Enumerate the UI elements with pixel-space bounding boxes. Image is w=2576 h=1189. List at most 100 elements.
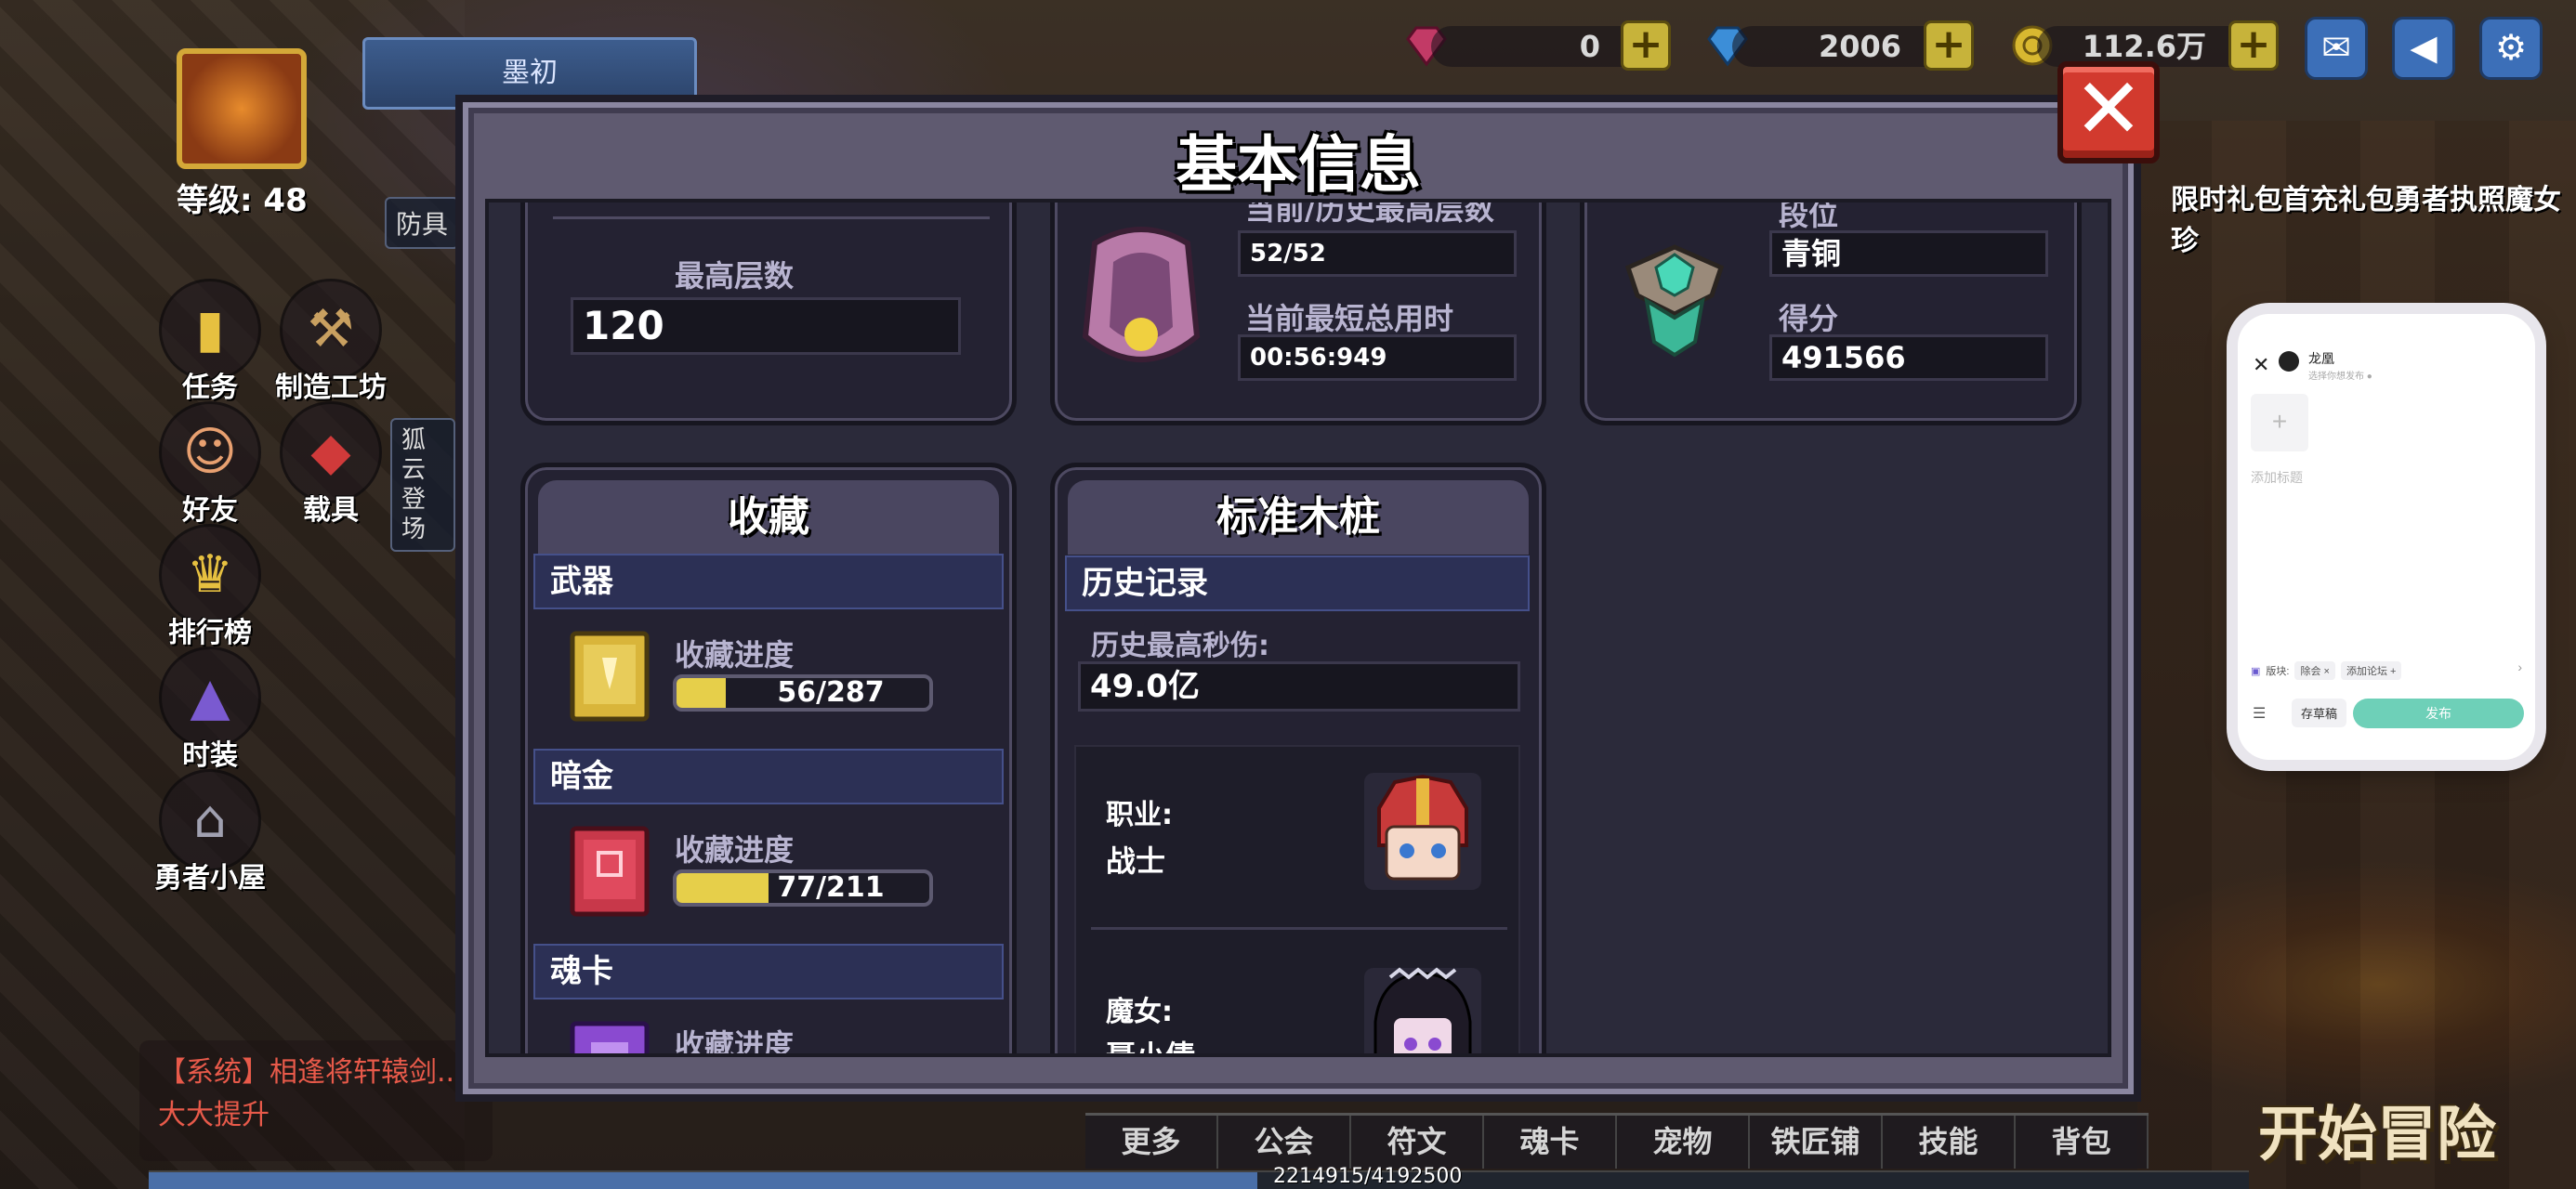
dialog-title: 基本信息 bbox=[1176, 129, 1421, 201]
megaphone-icon: ◀ bbox=[2410, 27, 2438, 68]
post-username: 龙凰 bbox=[2308, 351, 2334, 366]
experience-bar bbox=[149, 1170, 2249, 1189]
menu-friends[interactable]: ☺ 好友 bbox=[145, 401, 275, 528]
section-icon: ▣ bbox=[2251, 665, 2261, 677]
list-settings-icon[interactable]: ☰ bbox=[2253, 704, 2266, 723]
menu-leaderboard[interactable]: ♛ 排行榜 bbox=[145, 524, 275, 650]
add-diamonds-button[interactable]: + bbox=[1924, 20, 1974, 71]
player-level: 等级: 48 bbox=[177, 182, 308, 219]
event-chip[interactable]: 狐云登场 bbox=[390, 418, 455, 552]
tab-more[interactable]: 更多 bbox=[1085, 1116, 1218, 1169]
weapon-progress-bar: 56/287 bbox=[673, 674, 933, 712]
add-image-button[interactable]: + bbox=[2251, 394, 2308, 451]
max-dps-label: 历史最高秒伤: bbox=[1091, 630, 1269, 662]
weapon-progress-label: 收藏进度 bbox=[675, 637, 795, 673]
class-value: 战士 bbox=[1106, 843, 1166, 879]
weapon-card-icon bbox=[570, 631, 650, 722]
tab-skills[interactable]: 技能 bbox=[1883, 1116, 2016, 1169]
history-floor-label: 当前/历史最高层数 bbox=[1245, 199, 1494, 227]
menu-vehicle[interactable]: ◆ 载具 bbox=[266, 401, 396, 528]
tag-chip-1[interactable]: 除会 × bbox=[2294, 661, 2335, 680]
soulcard-progress-label: 收藏进度 bbox=[675, 1027, 795, 1057]
rank-tier-value: 青铜 bbox=[1769, 230, 2048, 277]
close-button[interactable]: ✕ bbox=[2057, 61, 2160, 163]
plus-icon: + bbox=[2271, 407, 2288, 436]
publish-button[interactable]: 发布 bbox=[2353, 699, 2524, 728]
tab-backpack[interactable]: 背包 bbox=[2016, 1116, 2149, 1169]
darkgold-card-icon bbox=[570, 826, 650, 917]
post-user-subtitle: 选择你想发布 ● bbox=[2308, 372, 2372, 382]
rank-tier-label: 段位 bbox=[1779, 199, 1839, 232]
close-icon: ✕ bbox=[2073, 60, 2144, 158]
max-dps-value: 49.0亿 bbox=[1078, 661, 1520, 712]
system-message-line1: 【系统】相逢将轩辕剑... bbox=[158, 1056, 464, 1089]
add-gems-button[interactable]: + bbox=[1621, 20, 1671, 71]
training-dummy-title: 标准木桩 bbox=[1068, 480, 1529, 555]
tag-chip-add[interactable]: 添加论坛 + bbox=[2340, 661, 2402, 680]
darkgold-progress-label: 收藏进度 bbox=[675, 832, 795, 868]
witch-portrait-icon[interactable] bbox=[1362, 966, 1483, 1057]
menu-hero-house[interactable]: ⌂ 勇者小屋 bbox=[145, 769, 275, 895]
weapon-progress-text: 56/287 bbox=[777, 676, 885, 709]
tab-runes[interactable]: 符文 bbox=[1351, 1116, 1484, 1169]
tab-pets[interactable]: 宠物 bbox=[1617, 1116, 1750, 1169]
chevron-right-icon[interactable]: › bbox=[2517, 660, 2522, 674]
witch-value: 聂小倩 bbox=[1106, 1039, 1196, 1057]
post-title-input[interactable]: 添加标题 bbox=[2251, 468, 2303, 487]
rank-score-label: 得分 bbox=[1779, 301, 1839, 336]
banner-first-recharge[interactable]: 首充礼包 bbox=[2282, 184, 2394, 216]
soulcard-icon bbox=[570, 1021, 650, 1053]
bottom-nav-bar: 更多 公会 符文 魂卡 宠物 铁匠铺 技能 背包 bbox=[1085, 1113, 2149, 1169]
category-darkgold: 暗金 bbox=[533, 749, 1004, 804]
tab-guild[interactable]: 公会 bbox=[1218, 1116, 1351, 1169]
save-draft-button[interactable]: 存草稿 bbox=[2292, 699, 2347, 727]
settings-button[interactable]: ⚙ bbox=[2479, 17, 2543, 80]
experience-text: 2214915/4192500 bbox=[1273, 1165, 1463, 1188]
start-adventure-button[interactable]: 开始冒险 bbox=[2258, 1087, 2496, 1172]
darkgold-progress-bar: 77/211 bbox=[673, 869, 933, 907]
bronze-rank-emblem-icon bbox=[1624, 244, 1725, 358]
class-label: 职业: bbox=[1106, 799, 1173, 831]
close-post-icon[interactable]: ✕ bbox=[2253, 353, 2269, 377]
menu-workshop[interactable]: ⚒ 制造工坊 bbox=[266, 279, 396, 405]
experience-fill bbox=[149, 1172, 1258, 1189]
witch-label: 魔女: bbox=[1106, 996, 1173, 1028]
tab-blacksmith[interactable]: 铁匠铺 bbox=[1750, 1116, 1883, 1169]
divider bbox=[553, 216, 990, 219]
mail-icon: ✉ bbox=[2321, 27, 2351, 68]
dialog-scroll-content[interactable]: 最高层数 120 当前/历史最高层数 52/52 当前最短总用时 00:56:9… bbox=[485, 199, 2111, 1057]
announcement-button[interactable]: ◀ bbox=[2392, 17, 2455, 80]
warrior-portrait-icon[interactable] bbox=[1362, 771, 1483, 892]
armor-chip[interactable]: 防具 bbox=[385, 197, 460, 249]
history-floor-value: 52/52 bbox=[1238, 230, 1517, 277]
user-avatar bbox=[2279, 351, 2299, 372]
category-soulcard: 魂卡 bbox=[533, 944, 1004, 1000]
gear-icon: ⚙ bbox=[2494, 27, 2528, 68]
banner-limited-pack[interactable]: 限时礼包 bbox=[2171, 184, 2282, 216]
post-tags: ▣ 版块: 除会 × 添加论坛 + bbox=[2251, 661, 2402, 680]
category-weapon: 武器 bbox=[533, 554, 1004, 609]
banner-hero-license[interactable]: 勇者执照 bbox=[2394, 184, 2505, 216]
player-avatar[interactable] bbox=[177, 48, 307, 169]
rank-score-value: 491566 bbox=[1769, 334, 2048, 381]
dungeon-portal-icon bbox=[1082, 227, 1201, 362]
max-floor-value: 120 bbox=[571, 297, 961, 355]
add-gold-button[interactable]: + bbox=[2228, 20, 2279, 71]
diamond-counter: 2006 bbox=[1732, 26, 1955, 67]
post-compose-panel: ✕ 龙凰 选择你想发布 ● + 添加标题 ▣ 版块: 除会 × 添加论坛 + ›… bbox=[2238, 314, 2535, 760]
system-chat-message[interactable]: 【系统】相逢将轩辕剑... 大大提升 bbox=[139, 1040, 493, 1161]
darkgold-progress-text: 77/211 bbox=[777, 871, 885, 904]
max-floor-label: 最高层数 bbox=[675, 258, 795, 294]
shortest-time-label: 当前最短总用时 bbox=[1245, 301, 1454, 336]
divider bbox=[1091, 927, 1507, 930]
tab-soul-cards[interactable]: 魂卡 bbox=[1484, 1116, 1617, 1169]
system-message-line2: 大大提升 bbox=[158, 1099, 269, 1131]
menu-task[interactable]: ▮ 任务 bbox=[145, 279, 275, 405]
tag-prefix: 版块: bbox=[2266, 666, 2290, 677]
mail-button[interactable]: ✉ bbox=[2305, 17, 2368, 80]
promo-banners[interactable]: 限时礼包首充礼包勇者执照魔女珍 bbox=[2171, 176, 2576, 258]
history-record-header: 历史记录 bbox=[1065, 555, 1530, 611]
collection-title: 收藏 bbox=[538, 480, 999, 555]
menu-costume[interactable]: ▲ 时装 bbox=[145, 647, 275, 773]
shortest-time-value: 00:56:949 bbox=[1238, 334, 1517, 381]
